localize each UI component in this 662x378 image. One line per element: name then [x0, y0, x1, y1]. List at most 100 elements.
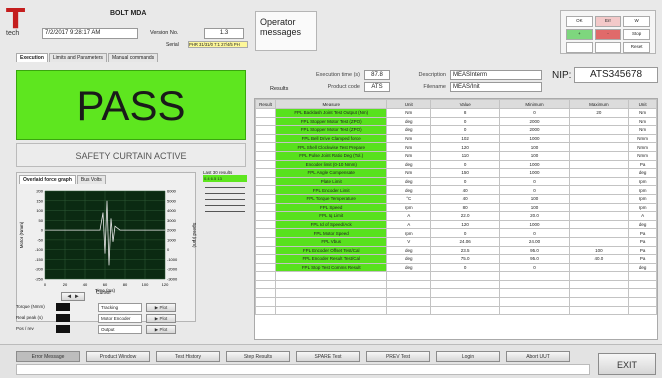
- table-cell: Nmm: [628, 142, 657, 152]
- column-header[interactable]: Measure: [274, 99, 388, 109]
- table-cell: 20: [568, 108, 630, 118]
- table-row[interactable]: FPL Encoder Limit deg 40 0 rpm: [255, 185, 657, 195]
- toolbar-button-login[interactable]: Login: [436, 351, 500, 362]
- table-cell: FPL Angle Compensate: [274, 168, 388, 178]
- table-row[interactable]: [255, 288, 657, 299]
- indicator-cell[interactable]: Reset: [623, 42, 651, 53]
- table-cell: [255, 288, 276, 299]
- table-row[interactable]: FPL Shell Clockwise Test Prepare Nm 120 100…: [255, 142, 657, 152]
- company-logo: T tech: [6, 4, 40, 38]
- indicator-cell[interactable]: -: [594, 29, 622, 40]
- tab-manual-commands[interactable]: Manual commands: [107, 53, 159, 62]
- table-row[interactable]: [255, 305, 657, 316]
- table-row[interactable]: FPL Stop Test Comms Result deg 0 0 deg: [255, 262, 657, 273]
- tab-bus-volts[interactable]: Bus Volts: [76, 175, 106, 184]
- toolbar-button-spare-test[interactable]: SPARE Test: [296, 351, 360, 362]
- table-cell: FPL Stopper Motor Test (ZPO): [274, 116, 388, 127]
- table-cell: Pa: [628, 254, 657, 264]
- table-cell: FPL Encoder Limit: [274, 185, 388, 195]
- table-row[interactable]: [255, 279, 657, 290]
- table-row[interactable]: [255, 297, 657, 307]
- table-cell: deg: [628, 219, 657, 230]
- indicator-cell[interactable]: +: [566, 29, 593, 40]
- table-cell: 75.0: [430, 254, 501, 264]
- control-select[interactable]: Output: [98, 325, 142, 334]
- indicator-cell[interactable]: W: [623, 16, 651, 27]
- indicator-cell[interactable]: [594, 42, 622, 53]
- toolbar-button-abort-uut[interactable]: Abort UUT: [506, 351, 570, 362]
- nip-label: NIP:: [552, 70, 572, 81]
- table-row[interactable]: Encoder limit (0-10 Nmm) deg 0 1000 Pa: [255, 159, 657, 170]
- table-cell: [274, 271, 388, 281]
- table-cell: 0: [430, 116, 501, 127]
- indicator-cell[interactable]: [566, 42, 593, 53]
- control-select[interactable]: Tracking: [98, 303, 142, 312]
- column-header[interactable]: Minimum: [499, 99, 570, 109]
- table-row[interactable]: FPL Pulse Joint Ratio Deg (Tol.) Nm 110 100…: [255, 150, 657, 161]
- plot-button[interactable]: ▶ Plot: [146, 325, 176, 334]
- table-row[interactable]: FPL Iq Limit A 22.0 20.0 A: [255, 211, 657, 221]
- table-cell: FPL Iq Limit: [274, 211, 388, 221]
- table-row[interactable]: FPL Encoder Result Test/Cal deg 75.0 95.0 40…: [255, 254, 657, 264]
- control-select[interactable]: Motor Encoder: [98, 314, 142, 323]
- table-row[interactable]: [255, 271, 657, 281]
- table-cell: [255, 168, 276, 178]
- table-cell: [386, 297, 432, 307]
- table-cell: rpm: [628, 193, 657, 204]
- table-cell: [628, 297, 657, 307]
- table-row[interactable]: FPL Vbus V 24.06 24.00 Pa: [255, 236, 657, 247]
- plot-button[interactable]: ▶ Plot: [146, 314, 176, 323]
- table-cell: Pa: [628, 236, 657, 247]
- execution-time-field: 87.8: [364, 70, 390, 80]
- column-header[interactable]: Unit: [628, 99, 657, 109]
- table-cell: 0: [499, 262, 570, 273]
- table-cell: deg: [386, 185, 432, 195]
- table-row[interactable]: FPL Id of Speed/Ack A 120 1000 deg: [255, 219, 657, 230]
- table-row[interactable]: Plate Limit deg 0 0 rpm: [255, 176, 657, 187]
- table-cell: [274, 279, 388, 290]
- table-cell: FPL Bell Drive Clamped force: [274, 133, 388, 144]
- table-row[interactable]: FPL Torque Temperature °C 40 100 rpm: [255, 193, 657, 204]
- table-row[interactable]: FPL Bell Drive Clamped force Nm 102 1000 Nmm: [255, 133, 657, 144]
- indicator-cell[interactable]: Stop: [623, 29, 651, 40]
- table-cell: [568, 150, 630, 161]
- column-header[interactable]: Unit: [386, 99, 432, 109]
- indicator-row: OK Err W: [566, 16, 651, 27]
- table-row[interactable]: FPL Speed rpm 80 100 rpm: [255, 202, 657, 213]
- toolbar-button-test-history[interactable]: Test History: [156, 351, 220, 362]
- column-header[interactable]: Maximum: [568, 99, 630, 109]
- tab-execution[interactable]: Execution: [16, 53, 48, 62]
- table-cell: [499, 297, 570, 307]
- table-row[interactable]: FPL Backlash Joint Test Output (Nm) Nm 8 0 2…: [255, 108, 657, 118]
- table-cell: [568, 219, 630, 230]
- table-row[interactable]: FPL Encoder Offset Test/Cal deg 23.5 95.0 10…: [255, 245, 657, 256]
- table-row[interactable]: FPL Motor Speed rpm 0 0 Pa: [255, 228, 657, 238]
- exit-button[interactable]: EXIT: [598, 353, 656, 375]
- table-cell: [499, 279, 570, 290]
- toolbar-button-step-results[interactable]: Step Results: [226, 351, 290, 362]
- version-label: Version No.: [150, 30, 179, 36]
- operator-messages-line2: messages: [260, 27, 302, 37]
- table-row[interactable]: FPL Stopper Motor Test (ZPO) deg 0 2000 Nm: [255, 116, 657, 127]
- table-row[interactable]: FPL Angle Compensate Nm 150 1000 deg: [255, 168, 657, 178]
- tab-limits-parameters[interactable]: Limits and Parameters: [48, 53, 107, 62]
- y-tick-right: -3000: [167, 277, 178, 282]
- y-tick-right: -2000: [167, 267, 178, 272]
- table-cell: FPL Encoder Offset Test/Cal: [274, 245, 388, 256]
- toolbar-button-product-window[interactable]: Product Window: [86, 351, 150, 362]
- table-row[interactable]: FPL Stopper Motor Test (ZPO) deg 0 2000 Nm: [255, 125, 657, 135]
- plot-button[interactable]: ▶ Plot: [146, 303, 176, 312]
- toolbar-button-prev-test[interactable]: PREV Test: [366, 351, 430, 362]
- indicator-cell[interactable]: OK: [566, 16, 593, 27]
- column-header[interactable]: Result: [255, 99, 276, 109]
- tab-force-graph[interactable]: Overlaid force graph: [19, 175, 76, 184]
- table-cell: [255, 228, 276, 238]
- indicator-cell[interactable]: Err: [594, 16, 622, 27]
- table-cell: deg: [386, 245, 432, 256]
- table-cell: [255, 133, 276, 144]
- cursor-button[interactable]: ◄ ►: [61, 292, 85, 301]
- column-header[interactable]: Value: [430, 99, 501, 109]
- toolbar-button-error-message[interactable]: Error Message: [16, 351, 80, 362]
- legend-lines: [203, 187, 247, 212]
- datetime-field: 7/2/2017 9:28:17 AM: [42, 28, 138, 39]
